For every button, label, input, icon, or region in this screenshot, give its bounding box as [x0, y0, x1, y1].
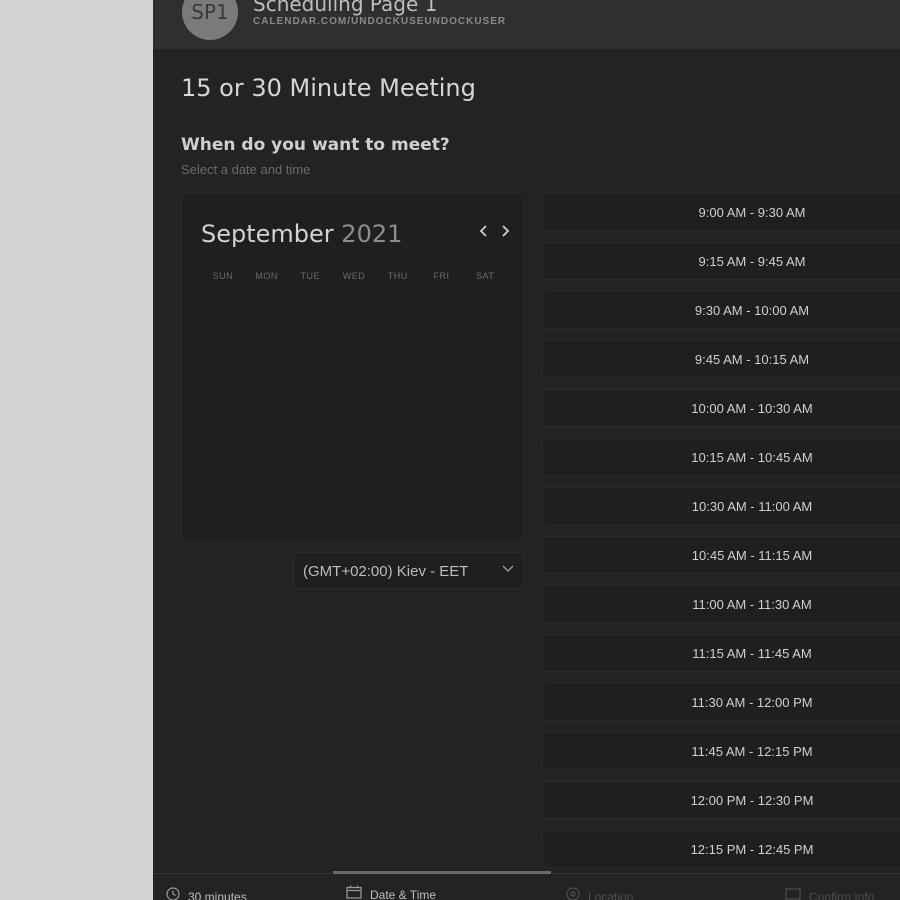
- time-slot-label: 10:30 AM - 11:00 AM: [691, 499, 813, 514]
- scheduling-panel: SP1 Scheduling Page 1 CALENDAR.COM/UNDOC…: [153, 0, 900, 900]
- time-slot-label: 10:00 AM - 10:30 AM: [691, 401, 813, 416]
- year-name: 2021: [341, 220, 403, 248]
- time-slot[interactable]: 11:30 AM - 12:00 PM: [542, 683, 900, 721]
- step-progress-bar: 30 minutes Date & Time Location Confirm …: [153, 871, 900, 900]
- page-header: SP1 Scheduling Page 1 CALENDAR.COM/UNDOC…: [153, 0, 900, 49]
- time-slot[interactable]: 12:00 PM - 12:30 PM: [542, 781, 900, 819]
- weekday-fri: FRI: [433, 271, 450, 281]
- step-duration: 30 minutes: [166, 887, 247, 900]
- weekday-header: SUN MON TUE WED THU FRI SAT: [201, 271, 507, 281]
- active-step-indicator: [333, 871, 551, 874]
- header-title: Scheduling Page 1: [253, 0, 438, 16]
- location-icon: [566, 887, 580, 900]
- date-picker: September 2021 SUN MON TUE WED THU FRI S…: [181, 193, 525, 541]
- weekday-tue: TUE: [300, 271, 321, 281]
- weekday-wed: WED: [342, 271, 366, 281]
- time-slot-label: 11:30 AM - 12:00 PM: [691, 695, 813, 710]
- avatar: SP1: [182, 0, 238, 40]
- timezone-select[interactable]: (GMT+02:00) Kiev - EET: [293, 552, 524, 589]
- time-slot-label: 9:30 AM - 10:00 AM: [694, 303, 810, 318]
- time-slot[interactable]: 12:15 PM - 12:45 PM: [542, 830, 900, 868]
- time-slot-label: 9:45 AM - 10:15 AM: [694, 352, 810, 367]
- weekday-mon: MON: [255, 271, 278, 281]
- section-heading: When do you want to meet?: [181, 135, 450, 155]
- time-slot[interactable]: 10:45 AM - 11:15 AM: [542, 536, 900, 574]
- time-slot-label: 11:15 AM - 11:45 AM: [692, 646, 812, 661]
- time-slot[interactable]: 9:15 AM - 9:45 AM: [542, 242, 900, 280]
- time-slot-label: 9:00 AM - 9:30 AM: [698, 205, 806, 220]
- step-confirm[interactable]: Confirm Info: [785, 887, 874, 900]
- weekday-thu: THU: [387, 271, 408, 281]
- confirm-icon: [785, 887, 801, 900]
- time-slot[interactable]: 11:00 AM - 11:30 AM: [542, 585, 900, 623]
- chevron-right-icon[interactable]: [499, 222, 511, 245]
- step-location-label: Location: [588, 890, 634, 900]
- time-slot-label: 11:00 AM - 11:30 AM: [692, 597, 812, 612]
- clock-icon: [166, 887, 180, 900]
- time-slot[interactable]: 9:00 AM - 9:30 AM: [542, 193, 900, 231]
- time-slot-label: 12:15 PM - 12:45 PM: [690, 842, 814, 857]
- header-url[interactable]: CALENDAR.COM/UNDOCKUSEUNDOCKUSER: [253, 16, 506, 27]
- calendar-month-label: September 2021: [201, 220, 402, 248]
- step-date-time-label: Date & Time: [370, 888, 437, 900]
- weekday-sat: SAT: [476, 271, 495, 281]
- weekday-sun: SUN: [212, 271, 234, 281]
- page-title: 15 or 30 Minute Meeting: [181, 74, 476, 102]
- time-slot[interactable]: 10:00 AM - 10:30 AM: [542, 389, 900, 427]
- step-duration-label: 30 minutes: [188, 890, 247, 900]
- step-confirm-label: Confirm Info: [809, 890, 875, 900]
- month-name: September: [201, 220, 334, 248]
- time-slot-label: 10:15 AM - 10:45 AM: [691, 450, 813, 465]
- step-location[interactable]: Location: [566, 887, 633, 900]
- time-slot[interactable]: 11:45 AM - 12:15 PM: [542, 732, 900, 770]
- calendar-icon: [346, 885, 362, 900]
- time-slot-label: 12:00 PM - 12:30 PM: [690, 793, 814, 808]
- time-slot[interactable]: 10:30 AM - 11:00 AM: [542, 487, 900, 525]
- time-slot-label: 10:45 AM - 11:15 AM: [691, 548, 813, 563]
- time-slot-label: 9:15 AM - 9:45 AM: [698, 254, 806, 269]
- time-slot[interactable]: 9:45 AM - 10:15 AM: [542, 340, 900, 378]
- chevron-left-icon[interactable]: [478, 222, 490, 245]
- time-slot-label: 11:45 AM - 12:15 PM: [691, 744, 813, 759]
- step-date-time[interactable]: Date & Time: [346, 885, 436, 900]
- timezone-value: (GMT+02:00) Kiev - EET: [303, 563, 469, 580]
- section-hint: Select a date and time: [181, 162, 311, 177]
- time-slot[interactable]: 11:15 AM - 11:45 AM: [542, 634, 900, 672]
- time-slot[interactable]: 9:30 AM - 10:00 AM: [542, 291, 900, 329]
- time-slot[interactable]: 10:15 AM - 10:45 AM: [542, 438, 900, 476]
- chevron-down-icon: [501, 561, 515, 578]
